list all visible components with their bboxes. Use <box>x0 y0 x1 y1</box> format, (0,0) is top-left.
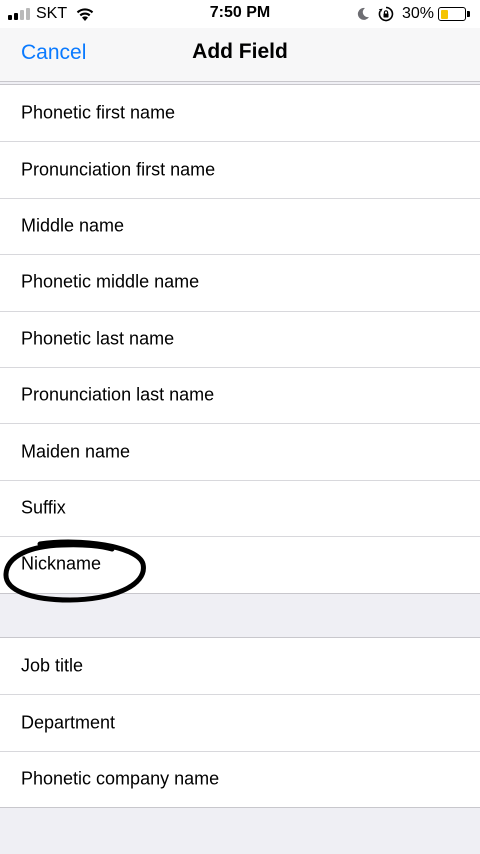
battery-level-fill <box>440 9 448 19</box>
status-right: 30% <box>356 4 470 24</box>
list-item-label: Middle name <box>21 215 125 236</box>
list-item-nickname[interactable]: Nickname <box>0 536 480 592</box>
list-item-label: Pronunciation last name <box>21 384 215 405</box>
list-item-label: Phonetic company name <box>21 768 220 789</box>
navigation-bar: Cancel Add Field <box>0 28 480 82</box>
list-item-phonetic-first-name[interactable]: Phonetic first name <box>0 85 480 141</box>
list-item-phonetic-middle-name[interactable]: Phonetic middle name <box>0 254 480 310</box>
list-item-maiden-name[interactable]: Maiden name <box>0 423 480 479</box>
list-item-middle-name[interactable]: Middle name <box>0 197 480 254</box>
do-not-disturb-moon-icon <box>357 7 369 20</box>
list-item-label: Nickname <box>21 553 102 574</box>
page-title: Add Field <box>192 40 288 63</box>
list-item-label: Suffix <box>21 497 66 518</box>
list-item-phonetic-last-name[interactable]: Phonetic last name <box>0 310 480 367</box>
list-item-label: Pronunciation first name <box>21 159 216 180</box>
battery-percent: 30% <box>401 5 434 22</box>
list-item-pronunciation-last-name[interactable]: Pronunciation last name <box>0 366 480 423</box>
name-fields-list: Phonetic first name Pronunciation first … <box>0 84 480 594</box>
list-item-label: Phonetic last name <box>21 328 175 349</box>
list-item-label: Phonetic middle name <box>21 271 200 292</box>
battery-icon <box>438 7 466 21</box>
battery-nub <box>467 11 470 17</box>
list-item-department[interactable]: Department <box>0 694 480 750</box>
list-item-label: Maiden name <box>21 441 131 462</box>
rotation-lock-icon <box>378 6 394 22</box>
list-item-label: Phonetic first name <box>21 102 176 123</box>
list-item-pronunciation-first-name[interactable]: Pronunciation first name <box>0 141 480 197</box>
list-item-suffix[interactable]: Suffix <box>0 479 480 536</box>
status-bar: SKT 7:50 PM 30% <box>0 0 480 28</box>
list-item-label: Job title <box>21 655 84 676</box>
list-item-label: Department <box>21 712 116 733</box>
list-item-job-title[interactable]: Job title <box>0 638 480 694</box>
list-item-phonetic-company-name[interactable]: Phonetic company name <box>0 750 480 807</box>
work-fields-list: Job title Department Phonetic company na… <box>0 637 480 809</box>
